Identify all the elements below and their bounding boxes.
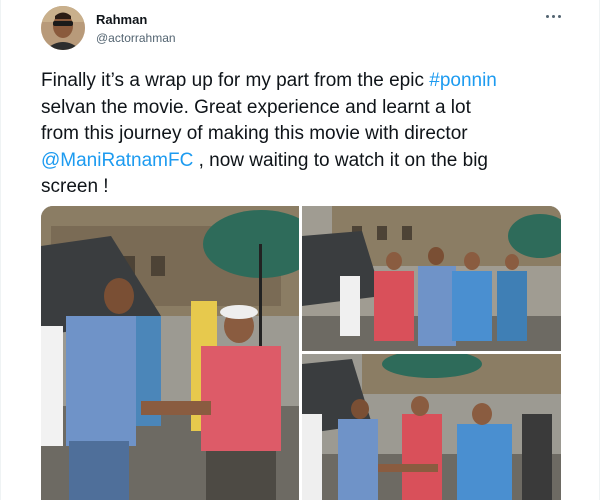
tweet-text-line: @ManiRatnamFC , now waiting to watch it … — [41, 148, 581, 175]
tweet-text-segment: from this journey of making this movie w… — [41, 123, 468, 144]
photo-handshake-wide[interactable] — [302, 354, 561, 500]
more-horizontal-icon[interactable] — [542, 10, 566, 24]
tweet-text-line: screen ! — [41, 174, 581, 201]
mention-link[interactable]: @ManiRatnamFC — [41, 150, 193, 171]
tweet-text-segment: screen ! — [41, 176, 109, 197]
author-name[interactable]: Rahman — [96, 12, 147, 27]
tweet-text-segment: selvan the movie. Great experience and l… — [41, 96, 471, 118]
tweet-text-line: selvan the movie. Great experience and l… — [41, 95, 581, 122]
tweet-text-line: from this journey of making this movie w… — [41, 121, 581, 148]
tweet-text: Finally it’s a wrap up for my part from … — [41, 68, 581, 201]
photo-handshake[interactable] — [41, 206, 299, 500]
avatar[interactable] — [41, 6, 85, 50]
tweet-text-line: Finally it’s a wrap up for my part from … — [41, 68, 581, 95]
photo-group[interactable] — [302, 206, 561, 351]
tweet-text-segment: Finally it’s a wrap up for my part from … — [41, 70, 430, 91]
media-grid — [41, 206, 561, 500]
tweet-text-segment: , now waiting to watch it on the big — [193, 149, 488, 171]
tweet-card: Rahman @actorrahman Finally it’s a wrap … — [0, 0, 600, 500]
hashtag-link[interactable]: #ponnin — [429, 70, 497, 91]
author-handle[interactable]: @actorrahman — [96, 31, 176, 45]
avatar-photo-icon — [41, 6, 85, 50]
